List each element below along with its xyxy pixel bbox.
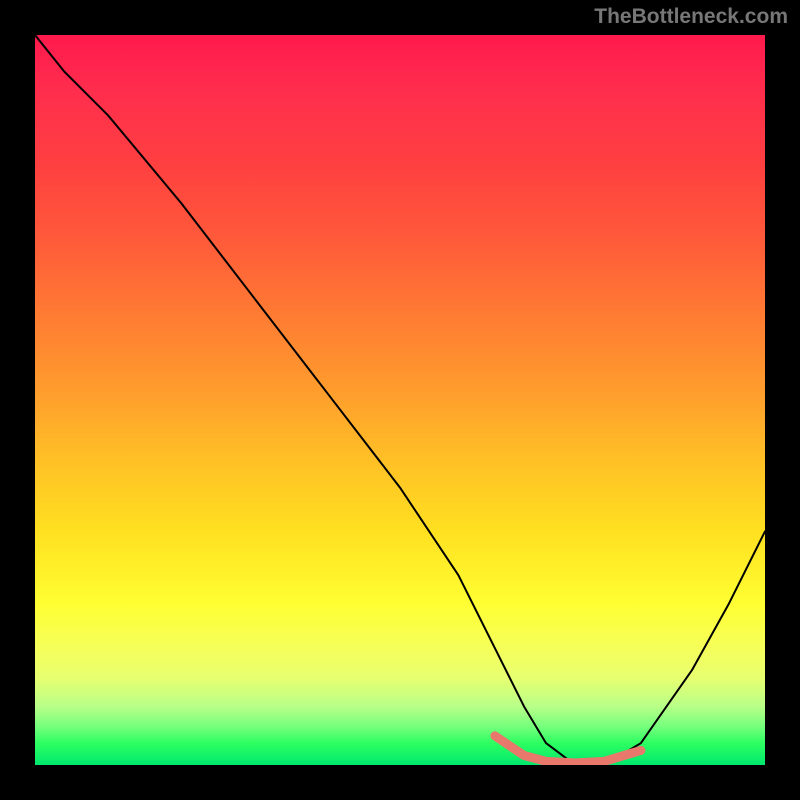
highlight-segment	[495, 736, 641, 763]
bottleneck-curve	[35, 35, 765, 765]
plot-svg	[35, 35, 765, 765]
plot-area	[35, 35, 765, 765]
watermark-text: TheBottleneck.com	[594, 5, 788, 29]
chart-container: TheBottleneck.com	[0, 0, 800, 800]
